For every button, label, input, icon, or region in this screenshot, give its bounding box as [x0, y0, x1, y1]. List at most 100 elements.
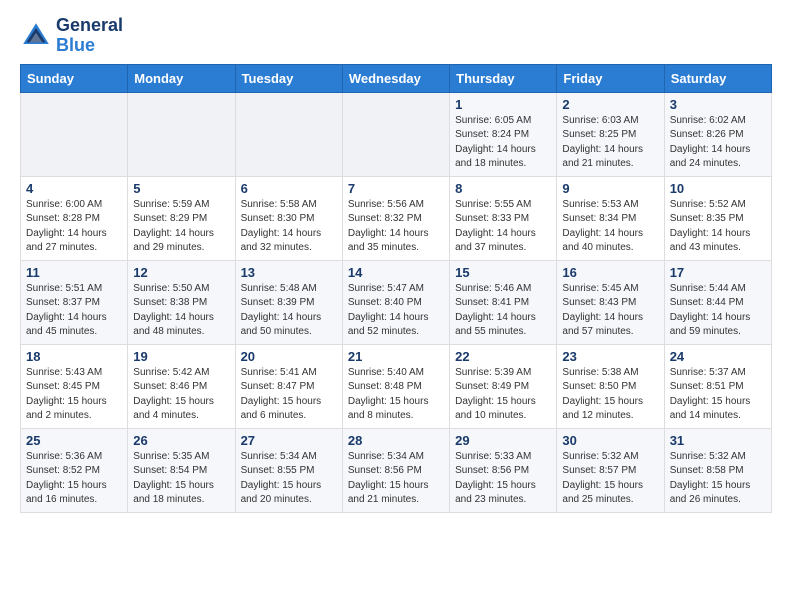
day-number: 12 — [133, 265, 229, 280]
day-number: 2 — [562, 97, 658, 112]
calendar-cell: 12 Sunrise: 5:50 AMSunset: 8:38 PMDayligh… — [128, 260, 235, 344]
calendar-header-tuesday: Tuesday — [235, 64, 342, 92]
day-info: Sunrise: 5:38 AMSunset: 8:50 PMDaylight:… — [562, 366, 658, 424]
calendar-cell: 20 Sunrise: 5:41 AMSunset: 8:47 PMDayligh… — [235, 344, 342, 428]
day-info: Sunrise: 5:32 AMSunset: 8:58 PMDaylight:… — [670, 450, 766, 508]
day-info: Sunrise: 5:53 AMSunset: 8:34 PMDaylight:… — [562, 198, 658, 256]
day-info: Sunrise: 5:34 AMSunset: 8:56 PMDaylight:… — [348, 450, 444, 508]
day-number: 13 — [241, 265, 337, 280]
day-info: Sunrise: 5:36 AMSunset: 8:52 PMDaylight:… — [26, 450, 122, 508]
calendar-cell: 8 Sunrise: 5:55 AMSunset: 8:33 PMDaylight… — [450, 176, 557, 260]
calendar-week-4: 18 Sunrise: 5:43 AMSunset: 8:45 PMDayligh… — [21, 344, 772, 428]
day-info: Sunrise: 5:39 AMSunset: 8:49 PMDaylight:… — [455, 366, 551, 424]
calendar-cell: 3 Sunrise: 6:02 AMSunset: 8:26 PMDaylight… — [664, 92, 771, 176]
day-info: Sunrise: 6:03 AMSunset: 8:25 PMDaylight:… — [562, 114, 658, 172]
calendar-cell: 15 Sunrise: 5:46 AMSunset: 8:41 PMDayligh… — [450, 260, 557, 344]
day-info: Sunrise: 5:47 AMSunset: 8:40 PMDaylight:… — [348, 282, 444, 340]
day-info: Sunrise: 5:42 AMSunset: 8:46 PMDaylight:… — [133, 366, 229, 424]
calendar-cell — [342, 92, 449, 176]
calendar-cell: 23 Sunrise: 5:38 AMSunset: 8:50 PMDayligh… — [557, 344, 664, 428]
calendar-week-5: 25Sunrise: 5:36 AMSunset: 8:52 PMDayligh… — [21, 428, 772, 512]
day-info: Sunrise: 6:02 AMSunset: 8:26 PMDaylight:… — [670, 114, 766, 172]
day-info: Sunrise: 5:48 AMSunset: 8:39 PMDaylight:… — [241, 282, 337, 340]
calendar-cell: 5Sunrise: 5:59 AMSunset: 8:29 PMDaylight… — [128, 176, 235, 260]
calendar-cell: 2 Sunrise: 6:03 AMSunset: 8:25 PMDaylight… — [557, 92, 664, 176]
day-number: 24 — [670, 349, 766, 364]
day-number: 6 — [241, 181, 337, 196]
calendar-cell: 17 Sunrise: 5:44 AMSunset: 8:44 PMDayligh… — [664, 260, 771, 344]
logo: General Blue — [20, 16, 123, 56]
calendar-cell: 27 Sunrise: 5:34 AMSunset: 8:55 PMDayligh… — [235, 428, 342, 512]
calendar-header-friday: Friday — [557, 64, 664, 92]
calendar-cell: 26Sunrise: 5:35 AMSunset: 8:54 PMDayligh… — [128, 428, 235, 512]
day-number: 9 — [562, 181, 658, 196]
logo-icon — [20, 20, 52, 52]
calendar-cell: 13 Sunrise: 5:48 AMSunset: 8:39 PMDayligh… — [235, 260, 342, 344]
day-info: Sunrise: 5:44 AMSunset: 8:44 PMDaylight:… — [670, 282, 766, 340]
day-info: Sunrise: 5:52 AMSunset: 8:35 PMDaylight:… — [670, 198, 766, 256]
day-info: Sunrise: 5:34 AMSunset: 8:55 PMDaylight:… — [241, 450, 337, 508]
day-info: Sunrise: 5:40 AMSunset: 8:48 PMDaylight:… — [348, 366, 444, 424]
day-number: 27 — [241, 433, 337, 448]
day-info: Sunrise: 6:05 AMSunset: 8:24 PMDaylight:… — [455, 114, 551, 172]
day-info: Sunrise: 5:58 AMSunset: 8:30 PMDaylight:… — [241, 198, 337, 256]
day-number: 22 — [455, 349, 551, 364]
calendar-cell: 4 Sunrise: 6:00 AMSunset: 8:28 PMDaylight… — [21, 176, 128, 260]
day-number: 19 — [133, 349, 229, 364]
day-number: 4 — [26, 181, 122, 196]
day-number: 28 — [348, 433, 444, 448]
day-info: Sunrise: 5:46 AMSunset: 8:41 PMDaylight:… — [455, 282, 551, 340]
calendar-cell: 21Sunrise: 5:40 AMSunset: 8:48 PMDayligh… — [342, 344, 449, 428]
calendar-cell: 22 Sunrise: 5:39 AMSunset: 8:49 PMDayligh… — [450, 344, 557, 428]
day-info: Sunrise: 6:00 AMSunset: 8:28 PMDaylight:… — [26, 198, 122, 256]
day-number: 30 — [562, 433, 658, 448]
day-info: Sunrise: 5:41 AMSunset: 8:47 PMDaylight:… — [241, 366, 337, 424]
day-info: Sunrise: 5:45 AMSunset: 8:43 PMDaylight:… — [562, 282, 658, 340]
day-number: 7 — [348, 181, 444, 196]
day-info: Sunrise: 5:51 AMSunset: 8:37 PMDaylight:… — [26, 282, 122, 340]
day-number: 31 — [670, 433, 766, 448]
logo-text: General Blue — [56, 16, 123, 56]
day-number: 23 — [562, 349, 658, 364]
calendar-cell: 9 Sunrise: 5:53 AMSunset: 8:34 PMDaylight… — [557, 176, 664, 260]
calendar-cell — [128, 92, 235, 176]
day-number: 17 — [670, 265, 766, 280]
calendar: SundayMondayTuesdayWednesdayThursdayFrid… — [20, 64, 772, 513]
day-info: Sunrise: 5:55 AMSunset: 8:33 PMDaylight:… — [455, 198, 551, 256]
calendar-week-1: 1 Sunrise: 6:05 AMSunset: 8:24 PMDaylight… — [21, 92, 772, 176]
calendar-cell: 24 Sunrise: 5:37 AMSunset: 8:51 PMDayligh… — [664, 344, 771, 428]
day-info: Sunrise: 5:43 AMSunset: 8:45 PMDaylight:… — [26, 366, 122, 424]
day-info: Sunrise: 5:33 AMSunset: 8:56 PMDaylight:… — [455, 450, 551, 508]
calendar-header-sunday: Sunday — [21, 64, 128, 92]
calendar-cell: 16 Sunrise: 5:45 AMSunset: 8:43 PMDayligh… — [557, 260, 664, 344]
day-number: 11 — [26, 265, 122, 280]
calendar-cell: 31 Sunrise: 5:32 AMSunset: 8:58 PMDayligh… — [664, 428, 771, 512]
day-info: Sunrise: 5:56 AMSunset: 8:32 PMDaylight:… — [348, 198, 444, 256]
day-number: 1 — [455, 97, 551, 112]
calendar-cell: 25Sunrise: 5:36 AMSunset: 8:52 PMDayligh… — [21, 428, 128, 512]
calendar-cell — [21, 92, 128, 176]
calendar-cell — [235, 92, 342, 176]
calendar-cell: 14 Sunrise: 5:47 AMSunset: 8:40 PMDayligh… — [342, 260, 449, 344]
day-info: Sunrise: 5:37 AMSunset: 8:51 PMDaylight:… — [670, 366, 766, 424]
day-number: 14 — [348, 265, 444, 280]
day-info: Sunrise: 5:50 AMSunset: 8:38 PMDaylight:… — [133, 282, 229, 340]
calendar-week-2: 4 Sunrise: 6:00 AMSunset: 8:28 PMDaylight… — [21, 176, 772, 260]
calendar-cell: 7 Sunrise: 5:56 AMSunset: 8:32 PMDaylight… — [342, 176, 449, 260]
day-number: 10 — [670, 181, 766, 196]
calendar-cell: 11 Sunrise: 5:51 AMSunset: 8:37 PMDayligh… — [21, 260, 128, 344]
calendar-cell: 30Sunrise: 5:32 AMSunset: 8:57 PMDayligh… — [557, 428, 664, 512]
day-number: 3 — [670, 97, 766, 112]
day-number: 8 — [455, 181, 551, 196]
calendar-header-thursday: Thursday — [450, 64, 557, 92]
day-number: 18 — [26, 349, 122, 364]
day-number: 16 — [562, 265, 658, 280]
day-number: 15 — [455, 265, 551, 280]
calendar-week-3: 11 Sunrise: 5:51 AMSunset: 8:37 PMDayligh… — [21, 260, 772, 344]
calendar-header-row: SundayMondayTuesdayWednesdayThursdayFrid… — [21, 64, 772, 92]
day-number: 20 — [241, 349, 337, 364]
calendar-header-monday: Monday — [128, 64, 235, 92]
day-number: 26 — [133, 433, 229, 448]
calendar-cell: 19 Sunrise: 5:42 AMSunset: 8:46 PMDayligh… — [128, 344, 235, 428]
calendar-header-wednesday: Wednesday — [342, 64, 449, 92]
